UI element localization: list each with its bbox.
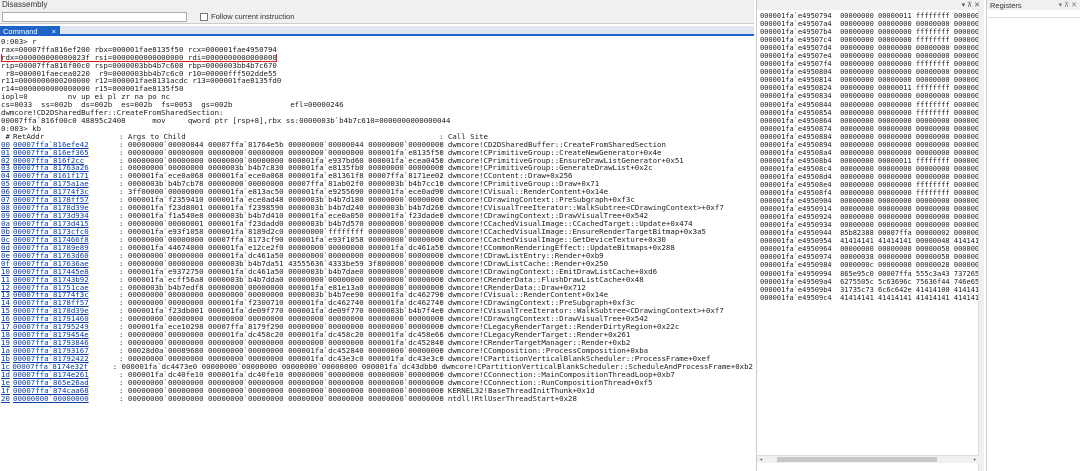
command-line: 00007ffa`816f00c0 48895c2408 mov qword p… xyxy=(1,116,451,125)
memory-line: 000001fa`e4950924 00000000 00000000 0000… xyxy=(760,213,978,222)
scroll-thumb[interactable] xyxy=(777,457,937,462)
rdx-register-highlight: rdx=000000000000023f rsi=000000000000000… xyxy=(1,53,277,62)
command-tabbar: Command × xyxy=(0,26,754,36)
frame-retaddr[interactable]: 00000000`00000000 xyxy=(13,394,119,403)
memory-line: 000001fa`e49508f4 00000000 00000000 ffff… xyxy=(760,189,978,198)
memory-line: 000001fa`e49508e4 00000000 00000000 ffff… xyxy=(760,180,978,189)
memory-line: 000001fa`e49507d4 00000000 00000000 0000… xyxy=(760,44,978,53)
registers-pane-controls[interactable]: ▾ ⊼ ✕ xyxy=(1059,1,1077,9)
memory-line: 000001fa`e49508c4 00000000 00000000 0000… xyxy=(760,164,978,173)
follow-checkbox[interactable] xyxy=(200,12,208,21)
memory-line: 000001fa`e4950874 00000000 00000000 0000… xyxy=(760,124,978,133)
memory-titlebar: ▾ ⊼ ✕ xyxy=(757,0,984,10)
command-line: dwmcore!CD2DSharedBuffer::CreateFromShar… xyxy=(1,109,224,117)
registers-pane: Registers ▾ ⊼ ✕ xyxy=(986,0,1080,471)
command-line: r14=0000000000000000 r15=000001fae8135f5… xyxy=(1,85,184,94)
memory-line: 000001fa`e49508d4 00000000 00000000 0000… xyxy=(760,172,978,181)
memory-line: 000001fa`e4950794 00000000 00000011 ffff… xyxy=(760,12,978,20)
memory-line: 000001fa`e49507f4 00000000 00000000 ffff… xyxy=(760,60,978,69)
memory-line: 000001fa`e49507b4 00000000 00000000 ffff… xyxy=(760,28,978,37)
command-output: 0:003> r rax=00007ffa816ef200 rbx=000001f… xyxy=(1,38,753,403)
memory-line: 000001fa`e4950834 00000000 00000000 0000… xyxy=(760,92,978,101)
memory-vertical-scrollbar[interactable] xyxy=(978,10,984,471)
memory-line: 000001fa`e4950904 00000000 00000000 0000… xyxy=(760,197,978,206)
command-line: rax=00007ffa816ef200 rbx=000001fae8135f5… xyxy=(1,45,277,54)
close-icon[interactable]: × xyxy=(52,27,56,36)
memory-line: 000001fa`e4950894 00000000 00000000 0000… xyxy=(760,140,978,149)
memory-line: 000001fa`e4950884 00000000 00000000 0000… xyxy=(760,132,978,141)
memory-pane-controls[interactable]: ▾ ⊼ ✕ xyxy=(962,1,980,9)
follow-label: Follow current instruction xyxy=(211,12,295,21)
memory-line: 000001fa`e49509b4 31735c73 6c6c642e 4141… xyxy=(760,285,978,294)
disassembly-title: Disassembly xyxy=(2,0,48,9)
command-line: r8=000001faecea0220 r9=0000003bb4b7c6c0 … xyxy=(1,69,277,78)
memory-line: 000001fa`e4950824 00000000 00000011 ffff… xyxy=(760,84,978,93)
memory-line: 000001fa`e49507e4 00000000 00000000 0000… xyxy=(760,52,978,61)
command-line: r11=0000000000200000 r12=000001fae8131ac… xyxy=(1,77,282,86)
memory-line: 000001fa`e4950914 00000000 00000000 0000… xyxy=(760,205,978,214)
tab-command-label: Command xyxy=(3,26,38,36)
memory-horizontal-scrollbar[interactable]: ◂ ▸ xyxy=(757,455,979,463)
frame-callsite: : ntdll!RtlUserThreadStart+0x28 xyxy=(439,393,577,403)
command-line: cs=0033 ss=002b ds=002b es=002b fs=0053 … xyxy=(1,101,344,110)
memory-line: 000001fa`e4950844 00000000 00000000 ffff… xyxy=(760,100,978,109)
registers-title: Registers xyxy=(990,0,1022,10)
memory-line: 000001fa`e4950964 00000000 00000000 0000… xyxy=(760,245,978,254)
command-pane: Command × 0:003> r rax=00007ffa816ef200 r… xyxy=(0,26,754,471)
memory-line: 000001fa`e49507a4 00000000 00000000 0000… xyxy=(760,20,978,29)
command-line: 0:003> r xyxy=(1,38,37,46)
command-line: 0:003> kb xyxy=(1,124,42,133)
disassembly-offset-input[interactable] xyxy=(2,12,187,22)
disassembly-pane: Disassembly Follow current instruction xyxy=(0,0,754,24)
command-line: rdx=000000000000023f rsi=000000000000000… xyxy=(1,53,753,62)
memory-line: 000001fa`e4950864 00000000 00000000 0000… xyxy=(760,116,978,125)
stack-frames: 00 00007ffa`816efe42: 00000000`00000044 0… xyxy=(1,140,753,403)
tab-command[interactable]: Command × xyxy=(0,26,60,36)
memory-line: 000001fa`e49508a4 00000000 00000000 0000… xyxy=(760,148,978,157)
memory-line: 000001fa`e49509c4 41414141 41414141 4141… xyxy=(760,293,978,302)
memory-pane: ▾ ⊼ ✕ 000001fa`e4950794 00000000 0000001… xyxy=(756,0,984,471)
memory-line: 000001fa`e4950954 41414141 41414141 0000… xyxy=(760,237,978,246)
memory-line: 000001fa`e4950984 0000000c 00000000 0000… xyxy=(760,261,978,270)
frame-number-link[interactable]: 20 xyxy=(1,394,13,403)
registers-titlebar: Registers ▾ ⊼ ✕ xyxy=(987,0,1080,10)
memory-dump: 000001fa`e4950794 00000000 00000011 ffff… xyxy=(760,12,978,302)
memory-line: 000001fa`e49507c4 00000000 00000000 ffff… xyxy=(760,36,978,45)
memory-line: 000001fa`e49509a4 6275505c 5c63696c 7563… xyxy=(760,277,978,286)
scroll-right-icon[interactable]: ▸ xyxy=(971,456,979,463)
follow-current-instruction-option[interactable]: Follow current instruction xyxy=(200,12,294,21)
registers-header xyxy=(987,10,1080,18)
memory-line: 000001fa`e49508b4 00000000 00000011 ffff… xyxy=(760,156,978,165)
memory-line: 000001fa`e4950854 00000000 00000000 ffff… xyxy=(760,108,978,117)
memory-line: 000001fa`e4950814 00000000 00000000 0000… xyxy=(760,76,978,85)
stack-frame-row: 20 00000000`00000000: 00000000`00000000 0… xyxy=(1,393,753,403)
memory-line: 000001fa`e4950944 85b82388 00007ffa 0000… xyxy=(760,229,978,238)
memory-line: 000001fa`e4950804 00000000 00000000 0000… xyxy=(760,68,978,77)
memory-line: 000001fa`e4950934 00000000 00000000 0000… xyxy=(760,221,978,230)
command-line: rip=00007ffa816f00c0 rsp=0000003bb4b7c60… xyxy=(1,61,277,70)
frame-args: : 00000000`00000000 00000000`00000000 00… xyxy=(119,393,444,403)
scroll-left-icon[interactable]: ◂ xyxy=(757,456,765,463)
memory-line: 000001fa`e4950974 00000038 00000000 0000… xyxy=(760,253,978,262)
memory-line: 000001fa`e4950994 865e95c0 00007ffa 555c… xyxy=(760,269,978,278)
command-line: iopl=0 nv up ei pl zr na po nc xyxy=(1,93,171,102)
register-dump: 0:003> r rax=00007ffa816ef200 rbx=000001f… xyxy=(1,38,753,133)
